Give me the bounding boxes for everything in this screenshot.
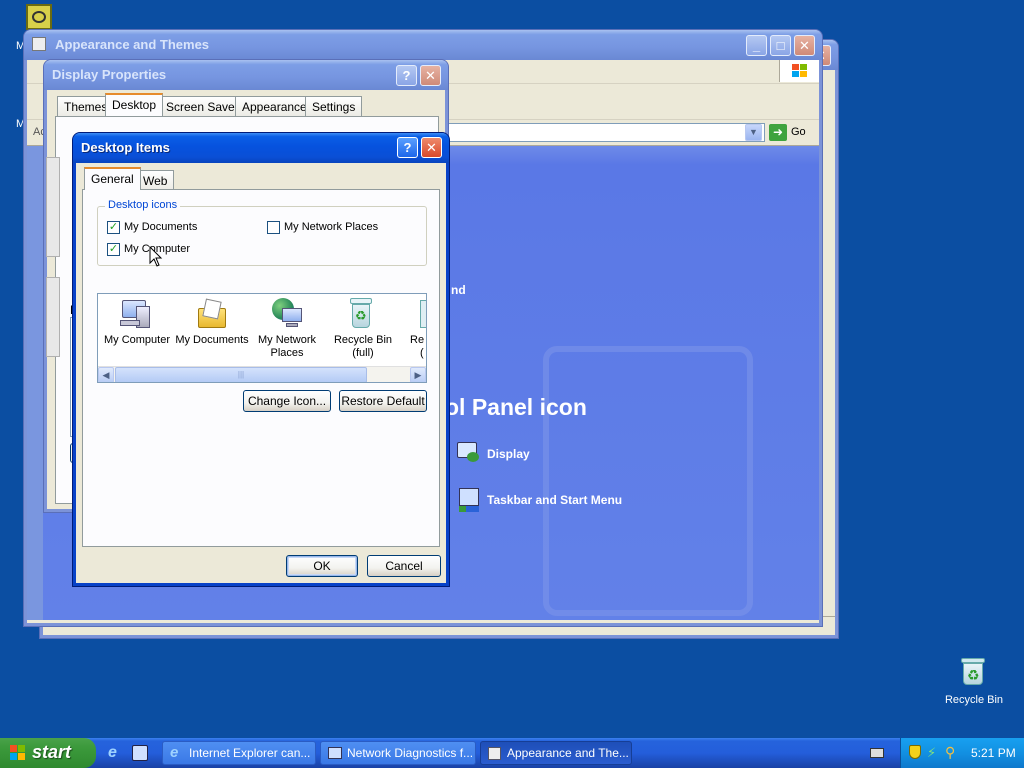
icon-label: My Network [257, 334, 317, 346]
tab-web[interactable]: Web [136, 170, 175, 190]
desktop-icons-group-label: Desktop icons [105, 199, 181, 211]
icon-label: My Computer [103, 334, 171, 346]
taskbar: start e e Internet Explorer can... Netwo… [0, 738, 1024, 768]
desktop-icons-group [97, 206, 427, 266]
recycle-bin-full-icon[interactable]: ♻ [346, 296, 376, 330]
keyboard-icon[interactable] [870, 748, 884, 758]
recycle-bin-icon[interactable]: ♻ [958, 656, 988, 688]
recycle-bin-label[interactable]: Recycle Bin [940, 694, 1008, 706]
my-documents-checkbox-label[interactable]: My Documents [124, 221, 197, 233]
minimize-icon[interactable]: _ [746, 35, 767, 56]
display-link[interactable]: Display [487, 447, 530, 461]
desktop-top-icon[interactable] [26, 4, 52, 30]
address-dropdown-icon[interactable]: ▼ [745, 124, 762, 141]
desktop-items-dialog: Desktop Items ? ✕ General Web Desktop ic… [73, 133, 449, 586]
window-title: Appearance and Themes [55, 37, 210, 52]
close-icon[interactable]: ✕ [420, 65, 441, 86]
control-panel-icon [488, 747, 501, 760]
my-network-places-checkbox[interactable] [267, 221, 280, 234]
my-documents-checkbox[interactable]: ✓ [107, 221, 120, 234]
my-network-places-checkbox-label[interactable]: My Network Places [284, 221, 378, 233]
clock[interactable]: 5:21 PM [971, 746, 1016, 760]
tab-desktop[interactable]: Desktop [105, 93, 164, 116]
icon-label-line2: Places [270, 347, 304, 359]
maximize-icon[interactable]: □ [770, 35, 791, 56]
scroll-right-icon[interactable]: ▶ [410, 367, 426, 382]
taskbar-start-menu-icon [453, 486, 481, 514]
icon-list[interactable]: My Computer My Documents My Network Plac… [97, 293, 427, 383]
tab-settings[interactable]: Settings [305, 96, 363, 116]
display-icon [453, 438, 481, 466]
network-tray-icon[interactable]: ⚡ [927, 745, 941, 760]
tab-screen-saver[interactable]: Screen Saver [159, 96, 246, 116]
windows-logo-icon [779, 60, 819, 82]
dialog-title: Desktop Items [81, 140, 170, 155]
my-documents-icon[interactable] [196, 298, 228, 330]
taskbar-start-menu-link[interactable]: Taskbar and Start Menu [487, 493, 622, 507]
restore-default-button[interactable]: Restore Default [339, 390, 427, 412]
icon-label-line2: ( [420, 347, 424, 359]
dialog-title: Display Properties [52, 67, 167, 82]
ie-quicklaunch-icon[interactable]: e [108, 744, 126, 762]
scroll-thumb[interactable]: ||| [115, 367, 367, 382]
network-diagnostics-icon [328, 747, 342, 759]
monitor-preview [46, 157, 60, 257]
help-icon[interactable]: ? [397, 137, 418, 158]
task-appearance-themes[interactable]: Appearance and The... [480, 741, 632, 765]
my-network-places-icon[interactable] [270, 296, 304, 330]
scroll-left-icon[interactable]: ◀ [98, 367, 114, 382]
icon-label: Recycle Bin [333, 334, 393, 346]
task-pane [27, 146, 43, 620]
mouse-cursor-icon [149, 246, 163, 267]
cancel-button[interactable]: Cancel [367, 555, 441, 577]
tab-appearance[interactable]: Appearance [235, 96, 314, 116]
my-computer-checkbox[interactable]: ✓ [107, 243, 120, 256]
icon-label: My Documents [175, 334, 249, 346]
icon-label: Re [410, 334, 425, 346]
help-icon[interactable]: ? [396, 65, 417, 86]
search-tray-icon[interactable]: ⚲ [945, 744, 959, 760]
go-button[interactable]: Go [791, 126, 806, 138]
windows-flag-icon [10, 745, 26, 761]
watermark-shape [543, 346, 753, 616]
task-internet-explorer[interactable]: e Internet Explorer can... [162, 741, 316, 765]
security-shield-icon[interactable] [909, 745, 921, 759]
ok-button[interactable]: OK [286, 555, 358, 577]
control-panel-heading: ol Panel icon [445, 394, 587, 420]
ie-icon: e [170, 744, 179, 761]
control-panel-icon [32, 37, 46, 51]
close-icon[interactable]: ✕ [421, 137, 442, 158]
system-tray: ⚡ ⚲ 5:21 PM [900, 738, 1024, 768]
close-icon[interactable]: ✕ [794, 35, 815, 56]
monitor-preview-2 [46, 277, 60, 357]
start-button[interactable]: start [0, 738, 96, 768]
horizontal-scrollbar[interactable]: ◀ ||| ▶ [98, 366, 426, 382]
tab-general[interactable]: General [84, 167, 141, 190]
category-partial-text: nd [451, 283, 466, 297]
go-arrow-icon[interactable]: ➜ [769, 124, 787, 141]
start-label: start [32, 742, 72, 762]
task-label: Appearance and The... [507, 746, 629, 760]
task-label: Network Diagnostics f... [347, 746, 474, 760]
icon-label-line2: (full) [352, 347, 374, 359]
recycle-bin-empty-icon[interactable] [420, 300, 426, 328]
task-label: Internet Explorer can... [189, 746, 311, 760]
change-icon-button[interactable]: Change Icon... [243, 390, 331, 412]
my-computer-icon[interactable] [118, 298, 152, 330]
general-tab-panel: Desktop icons ✓ My Documents My Network … [82, 189, 440, 547]
address-input[interactable] [427, 123, 765, 142]
task-network-diagnostics[interactable]: Network Diagnostics f... [320, 741, 476, 765]
show-desktop-icon[interactable] [132, 745, 148, 761]
